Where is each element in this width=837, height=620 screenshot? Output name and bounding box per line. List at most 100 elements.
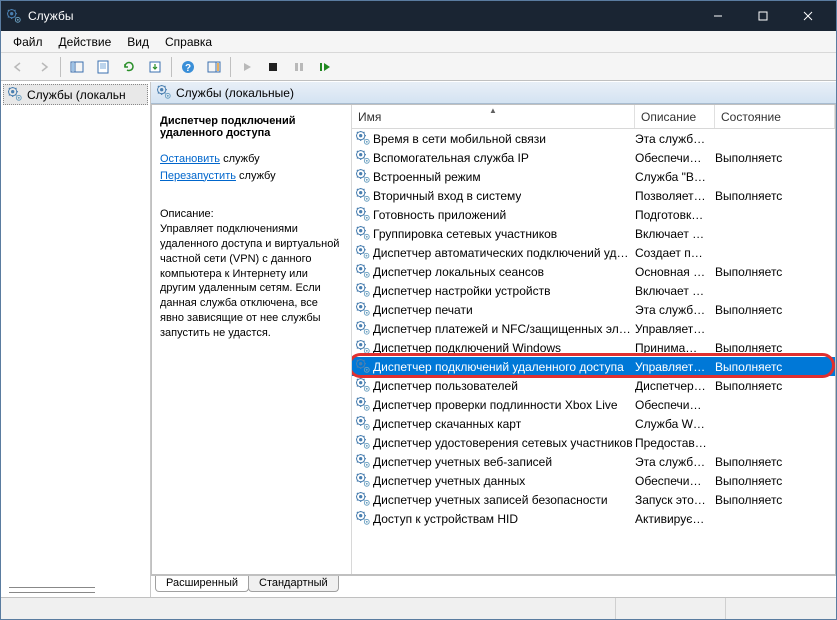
- service-row[interactable]: Диспетчер скачанных карт Служба W…: [352, 414, 835, 433]
- nav-forward-button[interactable]: [32, 55, 56, 79]
- splitter-handle[interactable]: [9, 587, 95, 593]
- list-header: ▲ Имя Описание Состояние: [352, 105, 835, 129]
- right-pane-body: Диспетчер подключений удаленного доступа…: [151, 104, 836, 575]
- service-row[interactable]: Группировка сетевых участников Включает …: [352, 224, 835, 243]
- svg-text:?: ?: [185, 63, 191, 74]
- service-state: Выполняетс: [715, 303, 835, 317]
- service-state: Выполняетс: [715, 493, 835, 507]
- menu-view[interactable]: Вид: [119, 33, 157, 51]
- service-row[interactable]: Диспетчер настройки устройствВключает …: [352, 281, 835, 300]
- gear-icon: [356, 283, 371, 298]
- gear-icon: [356, 454, 371, 469]
- nav-back-button[interactable]: [6, 55, 30, 79]
- service-row[interactable]: Время в сети мобильной связиЭта служб…: [352, 129, 835, 148]
- service-row[interactable]: Встроенный режимСлужба "В…: [352, 167, 835, 186]
- menu-action[interactable]: Действие: [51, 33, 120, 51]
- service-name: Диспетчер удостоверения сетевых участник…: [373, 436, 633, 450]
- service-description: Обеспечи…: [635, 474, 715, 488]
- status-cell: [616, 598, 726, 619]
- service-row[interactable]: Диспетчер проверки подлинности Xbox Live…: [352, 395, 835, 414]
- minimize-button[interactable]: [695, 1, 740, 31]
- properties-button[interactable]: [91, 55, 115, 79]
- service-row[interactable]: Диспетчер платежей и NFC/защищенных эле……: [352, 319, 835, 338]
- sort-indicator-icon: ▲: [489, 106, 497, 115]
- service-name: Вспомогательная служба IP: [373, 151, 529, 165]
- description-label: Описание:: [160, 208, 343, 220]
- service-row[interactable]: Готовность приложенийПодготовк…: [352, 205, 835, 224]
- menu-file[interactable]: Файл: [5, 33, 51, 51]
- gear-icon: [356, 397, 371, 412]
- service-row[interactable]: Диспетчер подключений Windows Принима…Вып…: [352, 338, 835, 357]
- service-state: Выполняетс: [715, 341, 835, 355]
- stop-service-link[interactable]: Остановить: [160, 153, 220, 165]
- service-state: Выполняетс: [715, 474, 835, 488]
- service-row[interactable]: Диспетчер автоматических подключений уда…: [352, 243, 835, 262]
- tab-extended[interactable]: Расширенный: [155, 576, 249, 592]
- body: Службы (локальн Службы (локальные) Диспе…: [1, 81, 836, 597]
- service-description: Включает …: [635, 227, 715, 241]
- service-row[interactable]: Диспетчер учетных данных Обеспечи…Выполня…: [352, 471, 835, 490]
- restart-service-link[interactable]: Перезапустить: [160, 170, 236, 182]
- column-header-name[interactable]: ▲ Имя: [352, 105, 635, 128]
- service-description: Запуск это…: [635, 493, 715, 507]
- service-state: Выполняетс: [715, 379, 835, 393]
- service-row[interactable]: Доступ к устройствам HIDАктивирує…: [352, 509, 835, 528]
- gear-icon: [356, 416, 371, 431]
- service-description: Эта служб…: [635, 303, 715, 317]
- service-row[interactable]: Вспомогательная служба IPОбеспечи…Выполн…: [352, 148, 835, 167]
- gear-icon: [356, 169, 371, 184]
- service-row[interactable]: Диспетчер печатиЭта служб…Выполняетс: [352, 300, 835, 319]
- service-description: Управляет…: [635, 322, 715, 336]
- service-description: Принима…: [635, 341, 715, 355]
- service-description: Активирує…: [635, 512, 715, 526]
- tab-standard[interactable]: Стандартный: [248, 576, 339, 592]
- column-header-state[interactable]: Состояние: [715, 105, 835, 128]
- show-hide-tree-button[interactable]: [65, 55, 89, 79]
- pause-service-button[interactable]: [287, 55, 311, 79]
- service-row[interactable]: Диспетчер пользователейДиспетчер…Выполня…: [352, 376, 835, 395]
- maximize-button[interactable]: [740, 1, 785, 31]
- service-name: Группировка сетевых участников: [373, 227, 557, 241]
- stop-service-button[interactable]: [261, 55, 285, 79]
- service-name: Время в сети мобильной связи: [373, 132, 546, 146]
- right-pane-title: Службы (локальные): [176, 86, 294, 100]
- list-rows[interactable]: Время в сети мобильной связиЭта служб…Вс…: [352, 129, 835, 574]
- service-state: Выполняетс: [715, 189, 835, 203]
- titlebar: Службы: [1, 1, 836, 31]
- service-name: Диспетчер настройки устройств: [373, 284, 550, 298]
- service-state: Выполняетс: [715, 265, 835, 279]
- service-name: Диспетчер подключений Windows: [373, 341, 561, 355]
- service-row[interactable]: Вторичный вход в системуПозволяет…Выполн…: [352, 186, 835, 205]
- service-description: Служба W…: [635, 417, 715, 431]
- service-description: Основная …: [635, 265, 715, 279]
- service-description: Управляет…: [635, 360, 715, 374]
- export-list-button[interactable]: [143, 55, 167, 79]
- close-button[interactable]: [785, 1, 830, 31]
- gear-icon: [356, 245, 371, 260]
- menubar: Файл Действие Вид Справка: [1, 31, 836, 53]
- service-row[interactable]: Диспетчер учетных записей безопасности За…: [352, 490, 835, 509]
- status-cell: [1, 598, 616, 619]
- service-row[interactable]: Диспетчер учетных веб-записейЭта служб…В…: [352, 452, 835, 471]
- service-name: Диспетчер проверки подлинности Xbox Live: [373, 398, 618, 412]
- gear-icon: [8, 87, 23, 102]
- refresh-button[interactable]: [117, 55, 141, 79]
- action-pane-toggle-button[interactable]: [202, 55, 226, 79]
- service-name: Диспетчер скачанных карт: [373, 417, 521, 431]
- help-button[interactable]: ?: [176, 55, 200, 79]
- service-name: Диспетчер автоматических подключений уда…: [373, 246, 635, 260]
- service-row[interactable]: Диспетчер удостоверения сетевых участник…: [352, 433, 835, 452]
- column-header-description[interactable]: Описание: [635, 105, 715, 128]
- restart-service-button[interactable]: [313, 55, 337, 79]
- right-pane: Службы (локальные) Диспетчер подключений…: [151, 82, 836, 597]
- gear-icon: [356, 473, 371, 488]
- tree-root-services[interactable]: Службы (локальн: [3, 84, 148, 105]
- menu-help[interactable]: Справка: [157, 33, 220, 51]
- service-description: Эта служб…: [635, 455, 715, 469]
- service-name: Диспетчер пользователей: [373, 379, 518, 393]
- service-row[interactable]: Диспетчер подключений удаленного доступа…: [352, 357, 835, 376]
- service-name: Диспетчер учетных записей безопасности: [373, 493, 608, 507]
- service-row[interactable]: Диспетчер локальных сеансовОсновная …Вып…: [352, 262, 835, 281]
- service-name: Диспетчер учетных данных: [373, 474, 525, 488]
- start-service-button[interactable]: [235, 55, 259, 79]
